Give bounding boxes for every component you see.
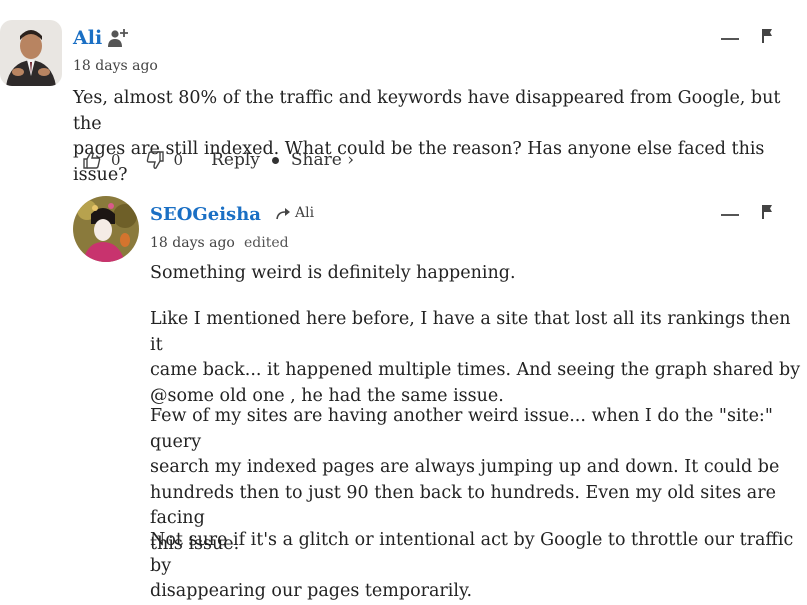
edited-label: edited [244, 235, 289, 251]
thumbs-down-icon [146, 151, 164, 169]
follow-user-icon[interactable] [107, 27, 131, 53]
reply-button[interactable]: Reply [211, 150, 260, 170]
text-line: Few of my sites are having another weird… [150, 406, 773, 452]
text-line: Not sure if it's a glitch or intentional… [150, 530, 794, 576]
minimize-button[interactable] [721, 38, 739, 40]
thumbs-up-icon [83, 151, 101, 169]
text-line: Like I mentioned here before, I have a s… [150, 309, 791, 355]
text-line: search my indexed pages are always jumpi… [150, 457, 780, 477]
replying-to[interactable]: Ali [276, 205, 314, 221]
flag-icon[interactable] [761, 204, 773, 224]
avatar[interactable] [0, 20, 62, 86]
comment-text: Something weird is definitely happening. [150, 261, 516, 287]
comment-date: 18 days ago [73, 58, 158, 74]
share-button[interactable]: Share › [291, 150, 354, 170]
author-name[interactable]: SEOGeisha [150, 204, 261, 225]
text-line: hundreds then to just 90 then back to hu… [150, 482, 776, 529]
dislike-count: 0 [173, 151, 184, 169]
author-name[interactable]: Ali [73, 27, 102, 49]
comment-date: 18 days ago [150, 235, 235, 251]
flag-icon[interactable] [761, 28, 773, 48]
avatar[interactable] [73, 196, 139, 262]
comment-actions: 0 0 Reply Share › [82, 150, 354, 170]
like-count: 0 [111, 151, 121, 169]
minimize-button[interactable] [721, 214, 739, 216]
text-line: Yes, almost 80% of the traffic and keywo… [73, 88, 781, 134]
text-line: came back... it happened multiple times.… [150, 360, 801, 380]
separator-dot [271, 156, 279, 164]
like-button[interactable]: 0 [82, 150, 121, 170]
paragraph-1: Something weird is definitely happening. [150, 263, 516, 283]
replying-to-name: Ali [295, 205, 315, 221]
text-line: disappearing our pages temporarily. [150, 581, 473, 601]
dislike-button[interactable]: 0 [145, 150, 184, 170]
reply-arrow-icon [276, 208, 290, 220]
comment-text: Not sure if it's a glitch or intentional… [150, 528, 807, 605]
comment-text: Like I mentioned here before, I have a s… [150, 307, 807, 409]
comment-text: Yes, almost 80% of the traffic and keywo… [73, 86, 807, 188]
